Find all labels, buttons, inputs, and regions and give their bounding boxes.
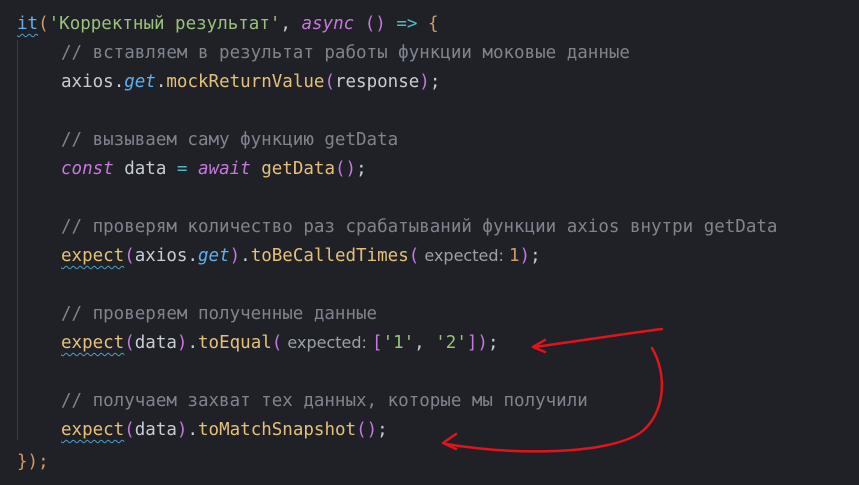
code-editor[interactable]: it('Корректный результат', async () => {… xyxy=(0,0,859,485)
annotation-arrows xyxy=(441,327,664,453)
arrow-to-toequal xyxy=(532,327,664,349)
arrowhead-snapshot xyxy=(441,432,458,451)
arrow-to-snapshot xyxy=(444,346,664,453)
